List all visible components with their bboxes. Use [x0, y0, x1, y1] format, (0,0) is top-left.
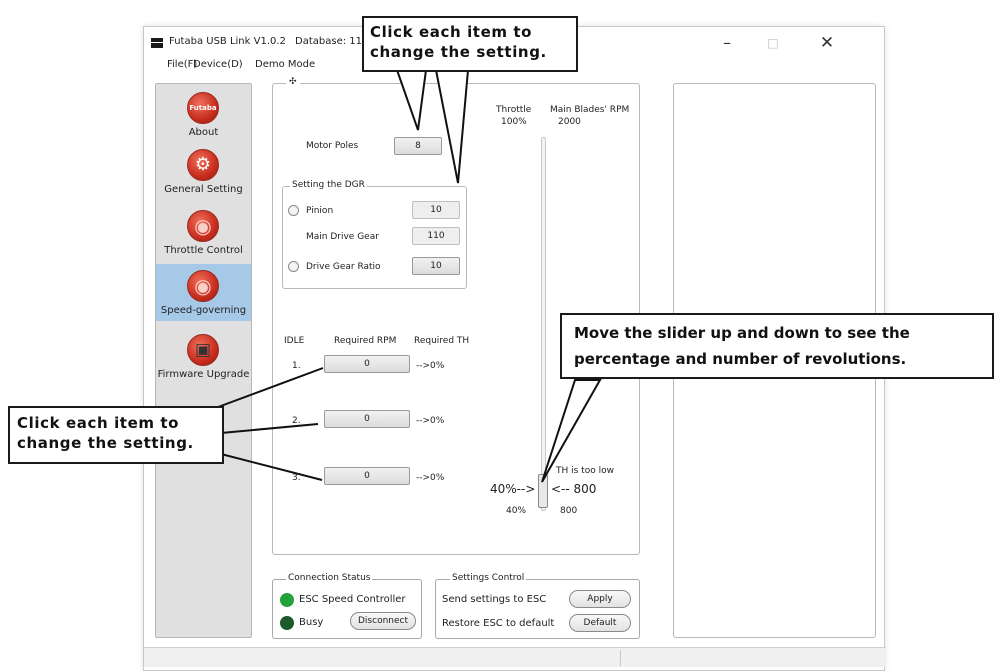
minimize-button[interactable]: – — [704, 31, 750, 55]
idle-header: IDLE — [284, 336, 305, 346]
throttle-max-value: 100% — [501, 117, 527, 127]
chip-icon — [187, 334, 219, 366]
idle-2-required-th: -->0% — [416, 416, 445, 426]
callout-line: Click each item to — [17, 414, 180, 432]
settings-control-legend: Settings Control — [450, 573, 527, 583]
motor-poles-button[interactable]: 8 — [394, 137, 442, 155]
esc-status-label: ESC Speed Controller — [299, 594, 406, 605]
pinion-radio[interactable] — [288, 205, 299, 216]
app-icon — [151, 38, 163, 48]
window-title: Futaba USB Link V1.0.2 — [169, 36, 286, 47]
rpm-header: Main Blades' RPM — [550, 105, 630, 115]
sidebar-item-about[interactable]: Futaba About — [156, 86, 251, 143]
pinion-field[interactable]: 10 — [412, 201, 460, 219]
sidebar-item-label: Speed-governing — [160, 305, 247, 316]
throttle-current-value: 40% — [506, 506, 527, 516]
left-callout: Click each item to change the setting. — [8, 406, 224, 464]
throttle-dial-icon — [187, 210, 219, 242]
connection-status-group — [272, 579, 422, 639]
dgr-legend: Setting the DGR — [290, 180, 367, 190]
required-rpm-header: Required RPM — [334, 336, 397, 346]
idle-2-rpm-button[interactable]: 0 — [324, 410, 410, 428]
main-drive-gear-field[interactable]: 110 — [412, 227, 460, 245]
busy-label: Busy — [299, 617, 324, 628]
throttle-slider-thumb[interactable] — [538, 474, 548, 508]
drive-gear-ratio-button[interactable]: 10 — [412, 257, 460, 275]
callout-line: Move the slider up and down to see the — [574, 324, 910, 342]
sidebar-item-label: Firmware Upgrade — [157, 369, 250, 380]
esc-status-indicator — [280, 593, 294, 607]
restore-default-label: Restore ESC to default — [442, 618, 555, 629]
rpm-max-value: 2000 — [558, 117, 581, 127]
disconnect-button[interactable]: Disconnect — [350, 612, 416, 630]
main-drive-gear-label: Main Drive Gear — [306, 232, 379, 242]
throttle-readout: 40%--> — [490, 482, 536, 496]
required-th-header: Required TH — [414, 336, 470, 346]
idle-3-rpm-button[interactable]: 0 — [324, 467, 410, 485]
rpm-current-value: 800 — [560, 506, 578, 516]
sidebar-item-label: About — [188, 127, 219, 138]
idle-1-required-th: -->0% — [416, 361, 445, 371]
idle-index: 2. — [292, 416, 301, 426]
database-label: Database: 11 — [295, 36, 362, 47]
throttle-slider-track[interactable] — [541, 137, 546, 511]
sidebar-item-general-setting[interactable]: General Setting — [156, 143, 251, 200]
menu-device[interactable]: Device(D) — [193, 59, 243, 70]
th-warning: TH is too low — [556, 466, 614, 476]
callout-line: percentage and number of revolutions. — [574, 350, 907, 368]
sidebar-item-speed-governing[interactable]: Speed-governing — [156, 264, 251, 321]
speed-dial-icon — [187, 270, 219, 302]
close-button[interactable]: ✕ — [804, 31, 850, 55]
apply-button[interactable]: Apply — [569, 590, 631, 608]
connection-status-legend: Connection Status — [286, 573, 373, 583]
idle-index: 3. — [292, 473, 301, 483]
callout-line: change the setting. — [370, 43, 547, 61]
sidebar-item-firmware-upgrade[interactable]: Firmware Upgrade — [156, 328, 251, 385]
busy-indicator — [280, 616, 294, 630]
sidebar-item-label: Throttle Control — [164, 245, 243, 256]
maximize-button[interactable]: □ — [750, 31, 796, 55]
right-callout: Move the slider up and down to see the p… — [560, 313, 994, 379]
drive-gear-ratio-label: Drive Gear Ratio — [306, 262, 381, 272]
callout-line: Click each item to — [370, 23, 533, 41]
throttle-header: Throttle — [496, 105, 532, 115]
idle-index: 1. — [292, 361, 301, 371]
send-settings-label: Send settings to ESC — [442, 594, 547, 605]
idle-3-required-th: -->0% — [416, 473, 445, 483]
pinion-label: Pinion — [306, 206, 334, 216]
rpm-readout: <-- 800 — [551, 482, 597, 496]
sidebar-item-label: General Setting — [164, 184, 243, 195]
gears-icon — [187, 149, 219, 181]
motor-poles-label: Motor Poles — [306, 141, 359, 151]
idle-1-rpm-button[interactable]: 0 — [324, 355, 410, 373]
top-callout: Click each item to change the setting. — [362, 16, 578, 72]
drive-gear-ratio-radio[interactable] — [288, 261, 299, 272]
default-button[interactable]: Default — [569, 614, 631, 632]
callout-line: change the setting. — [17, 434, 194, 452]
status-bar — [144, 647, 886, 667]
menu-demo-mode[interactable]: Demo Mode — [255, 59, 315, 70]
futaba-logo-icon: Futaba — [187, 92, 219, 124]
panel-legend: ✣ — [286, 77, 300, 87]
sidebar-item-throttle-control[interactable]: Throttle Control — [156, 204, 251, 261]
sidebar: Futaba About General Setting Throttle Co… — [155, 83, 252, 638]
